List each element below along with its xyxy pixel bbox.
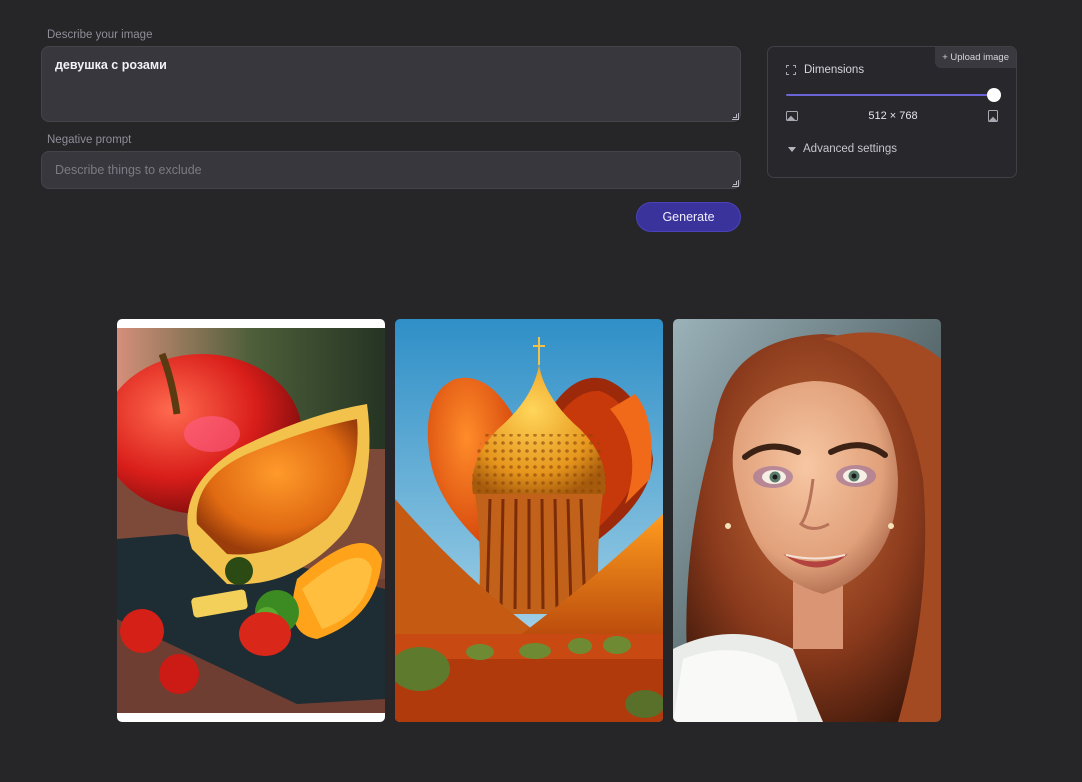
negative-prompt-input[interactable]: [41, 151, 741, 189]
advanced-settings-toggle[interactable]: Advanced settings: [788, 143, 897, 155]
negative-prompt-label: Negative prompt: [47, 134, 132, 146]
upload-image-button[interactable]: + Upload image: [935, 47, 1016, 68]
expand-icon: [786, 65, 796, 75]
desert-dome-artwork: [395, 319, 663, 722]
generate-button[interactable]: Generate: [636, 202, 741, 232]
dimensions-slider-thumb[interactable]: [987, 88, 1001, 102]
portrait-artwork: [673, 319, 941, 722]
dimensions-label: Dimensions: [804, 64, 865, 76]
advanced-settings-label: Advanced settings: [803, 143, 897, 155]
gallery-image-desert-dome[interactable]: [395, 319, 663, 722]
dimensions-header: Dimensions: [786, 64, 864, 76]
dimensions-slider-track[interactable]: [786, 94, 994, 96]
prompt-resize-handle[interactable]: [732, 113, 739, 120]
prompt-input[interactable]: [41, 46, 741, 122]
fruit-artwork: [117, 319, 385, 722]
negative-prompt-resize-handle[interactable]: [732, 180, 739, 187]
gallery-image-portrait[interactable]: [673, 319, 941, 722]
dimensions-value: 512 × 768: [868, 110, 918, 122]
caret-down-icon: [788, 146, 796, 152]
settings-panel: + Upload image Dimensions 512 × 768 Adva…: [767, 46, 1017, 178]
image-generator-app: Describe your image Negative prompt Gene…: [0, 0, 1082, 782]
portrait-image-icon[interactable]: [988, 110, 998, 122]
prompt-label: Describe your image: [47, 29, 153, 41]
gallery-image-fruit[interactable]: [117, 319, 385, 722]
